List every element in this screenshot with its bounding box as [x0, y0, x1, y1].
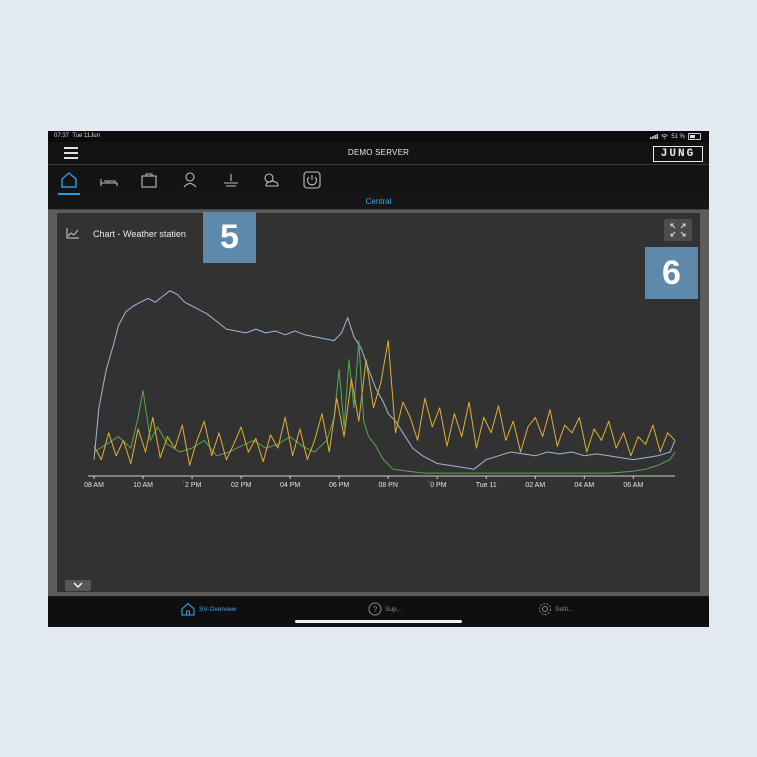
tab-sv-overview[interactable]: SV-Overview [180, 602, 237, 616]
tab-sv-overview-label: SV-Overview [199, 605, 237, 613]
heating-icon[interactable] [221, 171, 241, 189]
bed-icon[interactable] [99, 171, 119, 189]
x-tick-label: 06 AM [623, 482, 643, 489]
callout-6: 6 [645, 247, 698, 299]
x-tick-label: 06 PM [329, 482, 349, 489]
help-icon: ? [368, 602, 382, 616]
x-tick-label: 10 AM [133, 482, 153, 489]
status-time: 07:37 [54, 133, 70, 139]
wifi-icon [661, 134, 669, 139]
active-tab-indicator [58, 193, 80, 195]
room-nav-bar [48, 165, 709, 197]
weather-icon[interactable] [261, 171, 281, 189]
briefcase-icon[interactable] [139, 171, 159, 189]
gear-icon [539, 603, 551, 615]
jung-logo: JUNG [653, 146, 703, 162]
x-tick-label: 08 AM [84, 482, 104, 489]
section-bar: Central [48, 196, 709, 210]
app-bar: DEMO SERVER JUNG [48, 142, 709, 165]
tab-settings[interactable]: Setti... [538, 602, 573, 616]
x-tick-label: 04 AM [574, 482, 594, 489]
weather-chart: 08 AM 10 AM ´2 PM 02 PM 04 PM 06 PM 08 PN ´0 PM… [84, 290, 676, 489]
section-label[interactable]: Central [48, 197, 709, 206]
chart-card: 08 AM 10 AM ´2 PM 02 PM 04 PM 06 PM 08 PN ´0 PM… [57, 213, 700, 592]
status-right: 51 % [650, 133, 701, 140]
person-icon[interactable] [180, 171, 200, 189]
chart-icon [66, 228, 79, 239]
x-tick-label: Tue 11 [476, 482, 497, 489]
x-tick-label: 02 PM [231, 482, 251, 489]
server-title: DEMO SERVER [347, 148, 410, 157]
tab-support-label: Sup... [385, 605, 402, 613]
tab-support[interactable]: ? Sup... [368, 602, 402, 616]
x-tick-label: 02 AM [525, 482, 545, 489]
home-icon [181, 602, 195, 616]
status-date: Tue 11Jun [72, 133, 100, 139]
tablet-screen: 07:37 Tue 11Jun 51 % DEMO SERVER JUNG Ce… [48, 131, 709, 627]
tab-settings-label: Setti... [555, 605, 574, 613]
fullscreen-button[interactable] [664, 219, 692, 241]
status-bar: 07:37 Tue 11Jun 51 % [48, 131, 709, 142]
chart-title: Chart - Weather statien [93, 229, 186, 239]
x-tick-label: 04 PM [280, 482, 300, 489]
svg-text:?: ? [373, 605, 378, 614]
collapse-button[interactable] [65, 580, 91, 591]
x-tick-label: 08 PN [378, 482, 397, 489]
signal-icon [650, 134, 659, 139]
chevron-down-icon [73, 582, 83, 588]
series-line-0 [93, 290, 676, 470]
x-tick-label: ´0 PM [428, 482, 447, 489]
status-time-date: 07:37 Tue 11Jun [54, 133, 100, 139]
x-tick-label: ´2 PM [183, 482, 202, 489]
home-icon[interactable] [59, 171, 79, 189]
bottom-tab-bar: SV-Overview ? Sup... Setti... [48, 597, 709, 627]
series-line-2 [93, 340, 676, 466]
battery-icon [688, 133, 701, 140]
power-icon[interactable] [302, 171, 322, 189]
content-area: 08 AM 10 AM ´2 PM 02 PM 04 PM 06 PM 08 PN ´0 PM… [48, 210, 709, 596]
home-indicator [295, 620, 462, 623]
battery-percent: 51 % [671, 133, 685, 140]
callout-5: 5 [203, 212, 256, 263]
expand-icon [670, 223, 686, 237]
